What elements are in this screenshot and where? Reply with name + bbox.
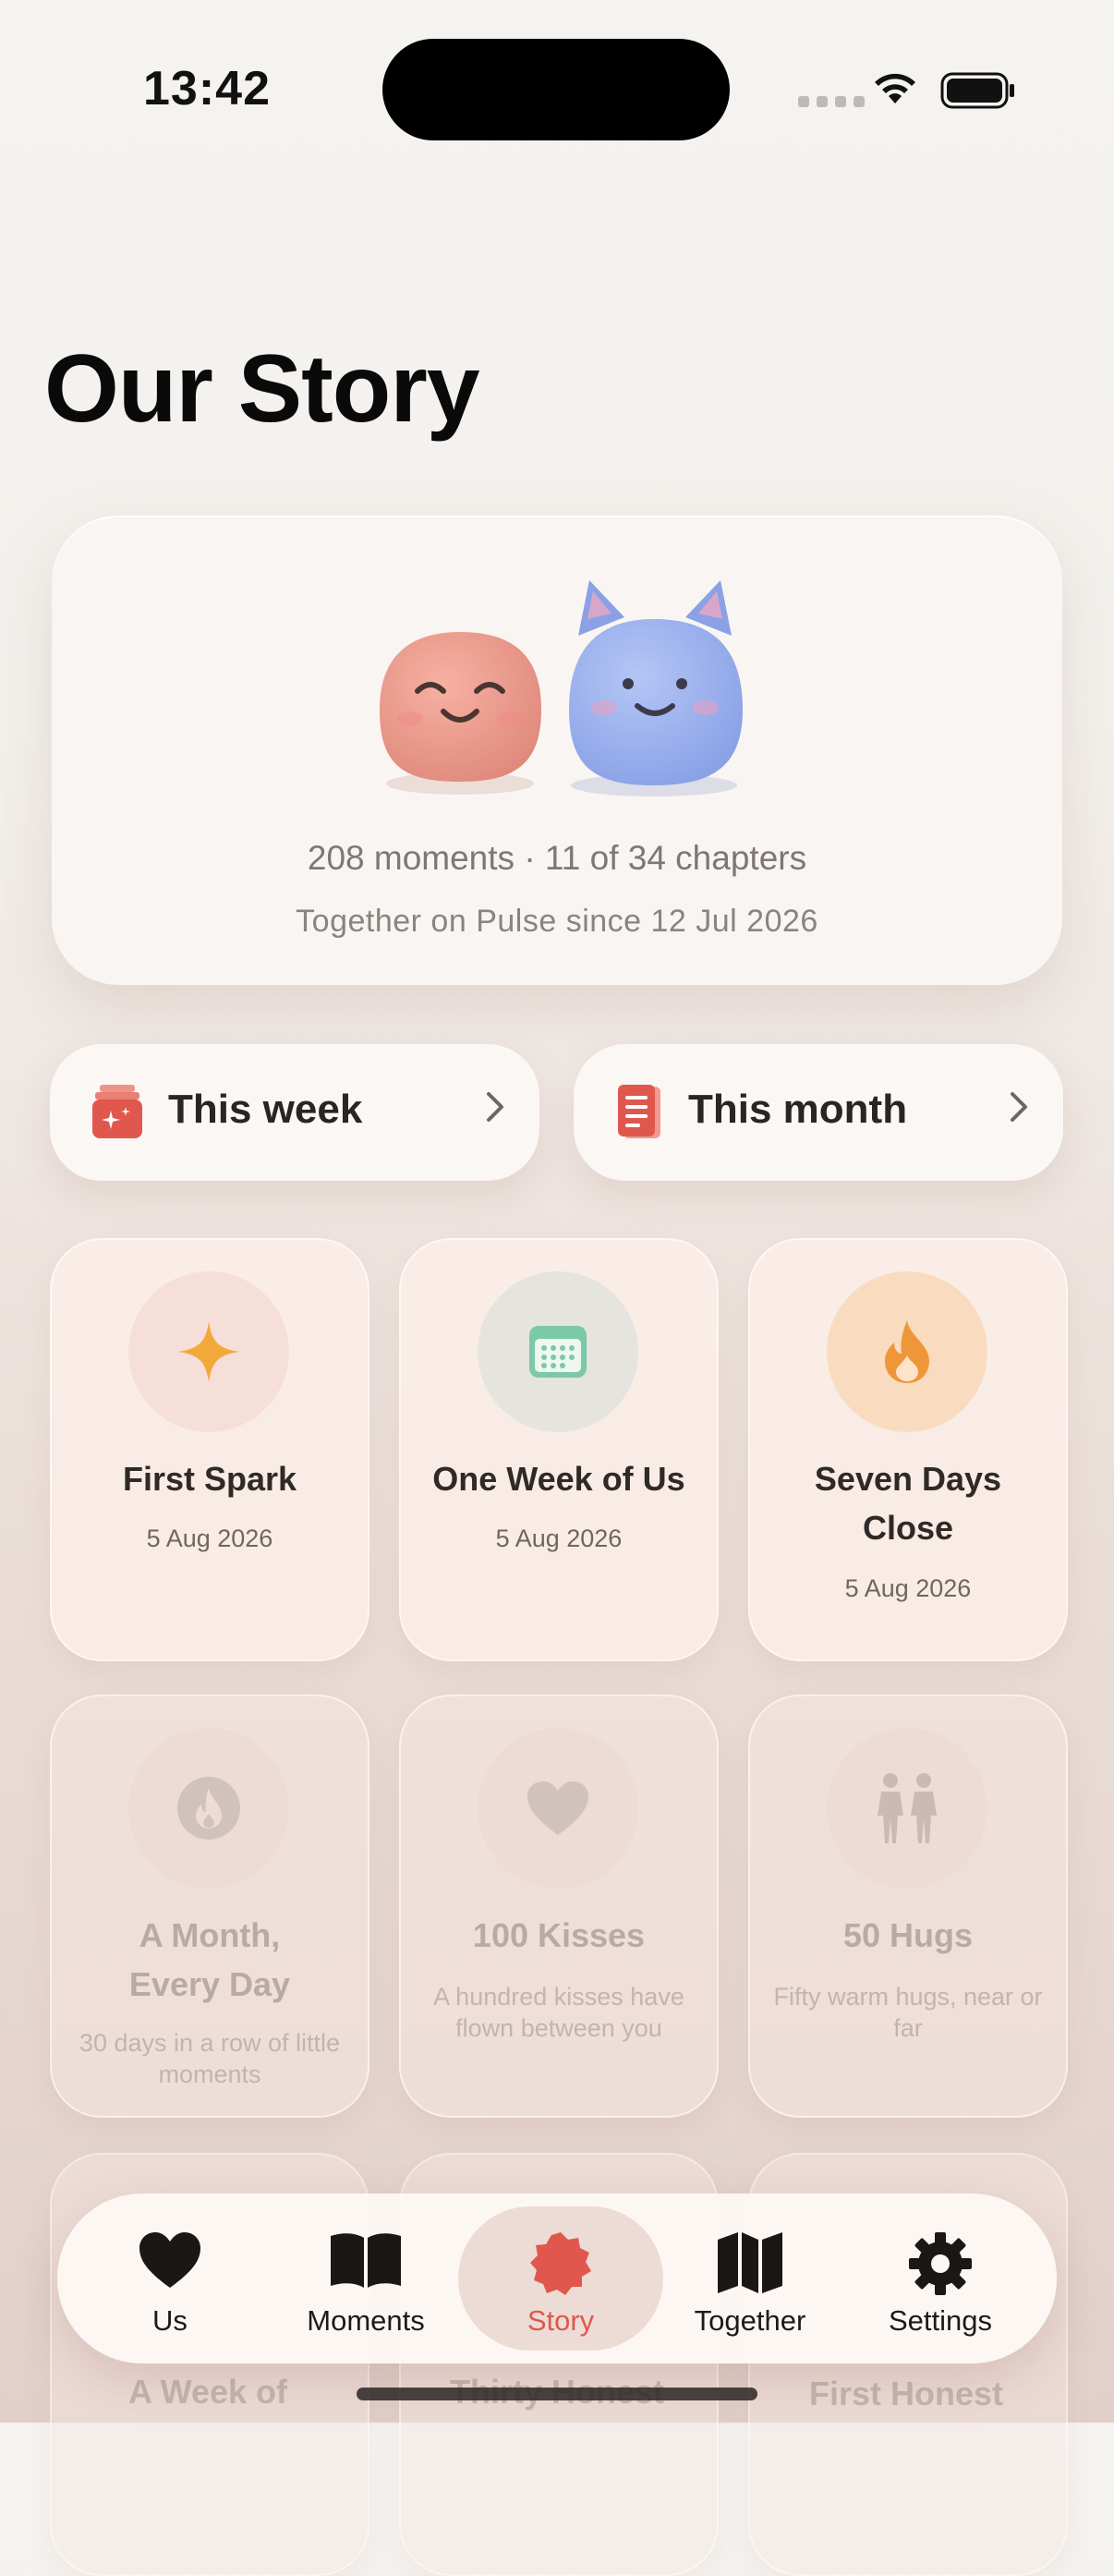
tab-label: Story — [527, 2304, 595, 2337]
page-title: Our Story — [44, 335, 480, 443]
faded-chapter-title: A Week of — [127, 2373, 288, 2411]
tab-us[interactable]: Us — [78, 2193, 262, 2363]
chapter-description: 30 days in a row of little moments — [79, 2029, 341, 2088]
chapter-card-seven-days[interactable]: Seven Days Close 5 Aug 2026 — [748, 1238, 1068, 1661]
status-time: 13:42 — [143, 62, 271, 115]
sparkle-icon — [178, 1321, 239, 1382]
chapter-date: 5 Aug 2026 — [495, 1525, 623, 1552]
this-week-label: This week — [168, 1087, 363, 1132]
this-week-button[interactable]: This week — [50, 1044, 539, 1181]
calendar-stack-icon — [92, 1085, 142, 1138]
hero-stats: 208 moments · 11 of 34 chapters — [307, 839, 807, 877]
tab-together[interactable]: Together — [658, 2193, 842, 2363]
chapter-icon-circle — [128, 1728, 289, 1889]
chapter-card-50-hugs[interactable]: 50 Hugs Fifty warm hugs, near or far — [748, 1695, 1068, 2118]
couple-summary-card: 208 moments · 11 of 34 chapters Together… — [52, 516, 1062, 985]
chapter-description: A hundred kisses have flown between you — [433, 1983, 684, 2042]
chapter-icon-circle — [827, 1728, 987, 1889]
chapter-icon-circle — [128, 1271, 289, 1432]
chapter-title: First Spark — [122, 1460, 297, 1498]
hero-since: Together on Pulse since 12 Jul 2026 — [296, 904, 818, 939]
map-icon — [718, 2232, 782, 2293]
flame-badge-icon — [177, 1777, 240, 1840]
faded-chapter-title: First Honest — [808, 2375, 1004, 2412]
chapter-card-a-month[interactable]: A Month, Every Day 30 days in a row of l… — [50, 1695, 369, 2118]
heart-icon — [527, 1781, 588, 1835]
chapter-card-first-spark[interactable]: First Spark 5 Aug 2026 — [50, 1238, 369, 1661]
journal-icon — [618, 1085, 660, 1138]
tab-moments[interactable]: Moments — [273, 2193, 458, 2363]
tab-story[interactable]: Story — [468, 2193, 653, 2363]
signal-dots-icon — [798, 96, 865, 107]
this-month-label: This month — [688, 1087, 908, 1132]
this-month-button[interactable]: This month — [574, 1044, 1063, 1181]
tab-settings[interactable]: Settings — [848, 2193, 1033, 2363]
chapter-title: One Week of Us — [432, 1460, 685, 1498]
dynamic-island — [382, 39, 730, 140]
chapter-icon-circle — [478, 1728, 638, 1889]
tab-label: Moments — [307, 2304, 425, 2337]
tab-label: Settings — [888, 2304, 992, 2337]
chapter-description: Fifty warm hugs, near or far — [773, 1983, 1043, 2042]
gear-icon — [909, 2232, 972, 2295]
chapter-icon-circle — [827, 1271, 987, 1432]
chapter-title: 50 Hugs — [842, 1916, 974, 1954]
chevron-right-icon — [487, 1092, 503, 1122]
chapter-date: 5 Aug 2026 — [844, 1574, 972, 1602]
badge-icon — [530, 2232, 591, 2295]
chapter-title: 100 Kisses — [472, 1916, 646, 1954]
chapter-title: Seven Days Close — [814, 1460, 1002, 1547]
tab-label: Us — [152, 2304, 188, 2337]
battery-icon — [940, 72, 1014, 109]
chapter-card-100-kisses[interactable]: 100 Kisses A hundred kisses have flown b… — [399, 1695, 719, 2118]
book-icon — [331, 2233, 401, 2288]
wifi-icon — [875, 73, 915, 103]
heart-icon — [139, 2232, 200, 2288]
calendar-icon — [529, 1326, 587, 1378]
tab-label: Together — [694, 2304, 806, 2337]
chapter-icon-circle — [478, 1271, 638, 1432]
home-indicator[interactable] — [357, 2388, 757, 2400]
two-people-icon — [878, 1773, 937, 1843]
chevron-right-icon — [1011, 1092, 1027, 1122]
chapter-card-one-week[interactable]: One Week of Us 5 Aug 2026 — [399, 1238, 719, 1661]
chapter-date: 5 Aug 2026 — [146, 1525, 273, 1552]
tab-bar: Us Moments Story Together Settings — [57, 2193, 1057, 2363]
couple-avatars — [380, 580, 743, 796]
chapter-title: A Month, Every Day — [128, 1916, 291, 2003]
flame-icon — [885, 1320, 929, 1383]
